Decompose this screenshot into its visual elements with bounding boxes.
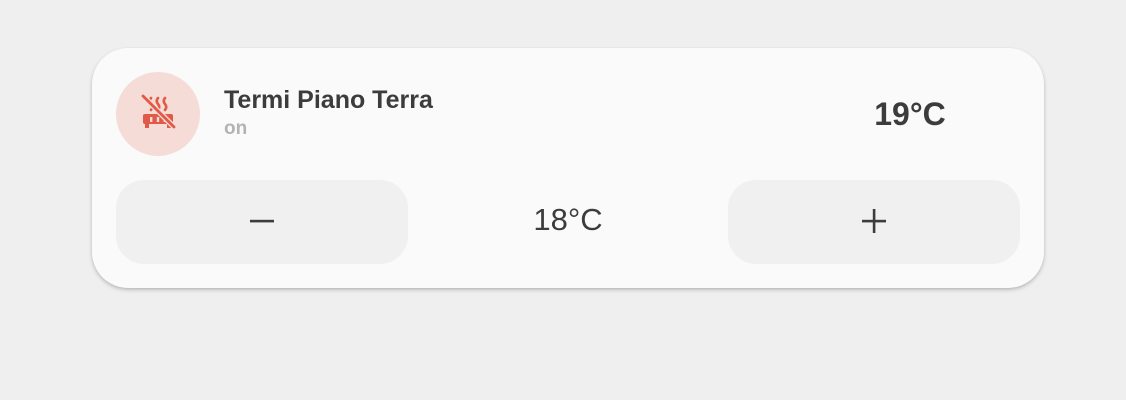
card-header: Termi Piano Terra on 19°C [116,72,1020,156]
plus-icon [860,207,888,238]
current-temperature: 19°C [874,96,946,132]
entity-icon-button[interactable] [116,72,200,156]
entity-name: Termi Piano Terra [224,86,433,114]
target-temperature: 18°C [533,202,603,237]
temperature-controls: 18°C [116,180,1020,264]
decrease-temperature-button[interactable] [116,180,408,264]
increase-temperature-button[interactable] [728,180,1020,264]
entity-state: on [224,118,248,139]
radiator-off-icon [138,92,178,137]
minus-icon [248,207,276,238]
thermostat-card: Termi Piano Terra on 19°C 18°C [92,48,1044,288]
